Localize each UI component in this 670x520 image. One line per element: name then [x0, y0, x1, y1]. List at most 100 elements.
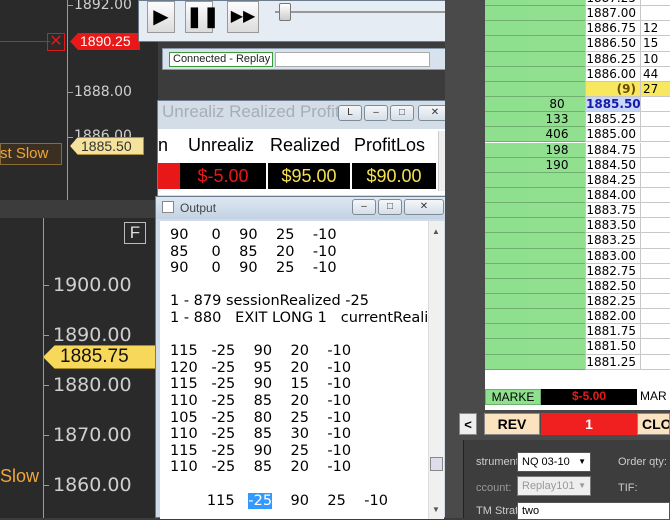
- ask-cell[interactable]: 15: [640, 36, 670, 52]
- ask-cell[interactable]: [640, 233, 670, 249]
- volume-cell: [529, 248, 585, 264]
- bid-cell[interactable]: [485, 294, 529, 310]
- ask-cell[interactable]: [640, 172, 670, 188]
- bid-cell[interactable]: [485, 309, 529, 325]
- maximize-icon[interactable]: □: [378, 199, 402, 215]
- ask-cell[interactable]: [640, 339, 670, 355]
- ask-cell[interactable]: [640, 263, 670, 279]
- pnl-column-header: n: [158, 135, 169, 155]
- ask-cell[interactable]: [640, 203, 670, 219]
- scroll-down-icon[interactable]: ▼: [432, 505, 440, 514]
- ask-cell[interactable]: [640, 278, 670, 294]
- ask-cell[interactable]: [640, 248, 670, 264]
- order-price-flag[interactable]: 1890.25: [70, 33, 140, 50]
- bid-cell[interactable]: [485, 233, 529, 249]
- order-line: [0, 41, 50, 42]
- volume-cell: [529, 51, 585, 67]
- ask-cell[interactable]: 12: [640, 21, 670, 37]
- ask-cell[interactable]: [640, 157, 670, 173]
- price-axis-label: 1880.00: [53, 374, 132, 396]
- ask-cell[interactable]: [640, 6, 670, 22]
- reverse-button[interactable]: REV: [484, 413, 540, 435]
- output-scrollbar[interactable]: ▲ ▼: [428, 221, 444, 519]
- price-axis-label: 1870.00: [53, 424, 132, 446]
- price-cell: 1885.00: [585, 127, 640, 143]
- pause-button[interactable]: ❚❚: [185, 1, 220, 33]
- price-chart-top[interactable]: 1892.00 1888.00 1886.00 ✕ 1890.25 1885.5…: [0, 0, 158, 200]
- price-chart-bottom[interactable]: 1900.00 1890.00 1880.00 1870.00 1860.00 …: [0, 218, 158, 518]
- chart-f-button[interactable]: F: [124, 222, 146, 244]
- ask-cell[interactable]: [640, 112, 670, 128]
- bid-cell[interactable]: [485, 66, 529, 82]
- output-window: Output – □ ✕ 90 0 90 25 -10 85 0 85 20 -…: [155, 196, 451, 519]
- volume-cell: 133: [529, 112, 585, 128]
- price-cell: 1881.25: [585, 354, 640, 370]
- bid-cell[interactable]: [485, 339, 529, 355]
- ask-cell[interactable]: 10: [640, 51, 670, 67]
- window-title: Output: [180, 201, 217, 215]
- bid-cell[interactable]: [485, 142, 529, 158]
- replay-slider-thumb[interactable]: [279, 3, 291, 21]
- ask-cell[interactable]: 27: [640, 81, 670, 98]
- ask-cell[interactable]: [640, 127, 670, 143]
- bid-cell[interactable]: [485, 354, 529, 370]
- scrollbar-thumb[interactable]: [430, 457, 443, 471]
- maximize-icon[interactable]: □: [390, 105, 414, 121]
- bid-cell[interactable]: [485, 218, 529, 234]
- ask-cell[interactable]: [640, 354, 670, 370]
- volume-cell: 190: [529, 157, 585, 173]
- bid-cell[interactable]: [485, 248, 529, 264]
- bid-cell[interactable]: [485, 112, 529, 128]
- ask-cell[interactable]: [640, 97, 670, 113]
- bid-cell[interactable]: [485, 97, 529, 113]
- output-text-area[interactable]: 90 0 90 25 -10 85 0 85 20 -10 90 0 90 25…: [160, 221, 444, 519]
- bid-cell[interactable]: [485, 21, 529, 37]
- bid-cell[interactable]: [485, 51, 529, 67]
- close-icon[interactable]: ✕: [404, 199, 444, 215]
- close-icon[interactable]: ✕: [47, 33, 65, 51]
- account-select[interactable]: Replay101 ▼: [517, 476, 591, 496]
- output-line: 110 -25 85 20 -10: [170, 392, 352, 409]
- minimize-icon[interactable]: –: [364, 105, 388, 121]
- instrument-select[interactable]: NQ 03-10 ▼: [517, 452, 591, 472]
- bid-cell[interactable]: [485, 324, 529, 340]
- ask-cell[interactable]: [640, 187, 670, 204]
- volume-cell: [529, 354, 585, 370]
- bid-cell[interactable]: [485, 187, 529, 204]
- ask-cell[interactable]: [640, 142, 670, 158]
- bid-cell[interactable]: [485, 127, 529, 143]
- price-cell: 1885.25: [585, 112, 640, 128]
- ask-cell[interactable]: [640, 309, 670, 325]
- bid-cell[interactable]: [485, 157, 529, 173]
- close-position-button[interactable]: CLO: [637, 413, 670, 435]
- order-qty-label: Order qty:: [618, 456, 667, 468]
- minimize-icon[interactable]: –: [352, 199, 376, 215]
- replay-slider-track[interactable]: [275, 11, 445, 13]
- bid-cell[interactable]: [485, 81, 529, 98]
- bid-cell[interactable]: [485, 172, 529, 188]
- ask-cell[interactable]: 44: [640, 66, 670, 82]
- price-axis-label: 1888.00: [74, 84, 132, 100]
- ask-cell[interactable]: [640, 294, 670, 310]
- volume-cell: [529, 218, 585, 234]
- price-cell: 1882.50: [585, 278, 640, 294]
- atm-strategy-select[interactable]: two: [517, 502, 670, 520]
- ask-cell[interactable]: [640, 218, 670, 234]
- volume-cell: [529, 21, 585, 37]
- bid-cell[interactable]: [485, 6, 529, 22]
- ask-cell[interactable]: [640, 324, 670, 340]
- status-bar: Connected - Replay: [162, 48, 447, 70]
- bid-cell[interactable]: [485, 36, 529, 52]
- scroll-up-icon[interactable]: ▲: [432, 227, 440, 236]
- volume-cell: 406: [529, 127, 585, 143]
- output-line: 115 -25 90 25 -10: [170, 442, 352, 459]
- bid-cell[interactable]: [485, 203, 529, 219]
- left-arrow-button[interactable]: <: [459, 413, 477, 435]
- price-axis-label: 1860.00: [53, 474, 132, 496]
- fast-forward-button[interactable]: ▶▶: [227, 1, 259, 33]
- bid-cell[interactable]: [485, 278, 529, 294]
- play-button[interactable]: ▶: [147, 1, 175, 33]
- bid-cell[interactable]: [485, 263, 529, 279]
- unrealized-pnl: $-5.00: [180, 163, 266, 189]
- pnl-l-button[interactable]: L: [338, 105, 362, 121]
